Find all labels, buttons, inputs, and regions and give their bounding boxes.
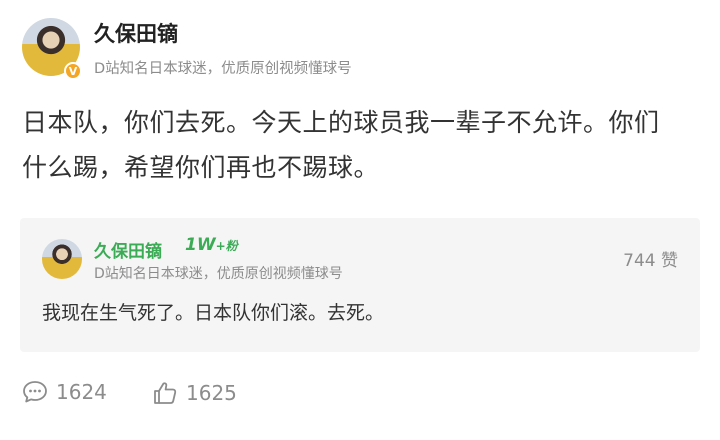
comment-button[interactable]: 1624	[22, 380, 107, 404]
author-name[interactable]: 久保田镝	[94, 18, 178, 48]
author-description: D站知名日本球迷，优质原创视频懂球号	[94, 61, 352, 77]
comment-bubble-icon	[22, 380, 48, 404]
fans-count: 1W	[185, 235, 216, 255]
reply-author-description: D站知名日本球迷，优质原创视频懂球号	[94, 266, 343, 282]
post-content: 日本队，你们去死。今天上的球员我一辈子不允许。你们什么踢，希望你们再也不踢球。	[22, 108, 660, 182]
fans-badge: 1W+粉	[185, 235, 238, 255]
comment-count: 1624	[56, 380, 107, 404]
reply-content: 我现在生气死了。日本队你们滚。去死。	[42, 302, 385, 324]
reply-like-count[interactable]: 744 赞	[623, 246, 678, 271]
verified-badge-icon: V	[64, 62, 82, 80]
like-count: 1625	[186, 381, 237, 405]
fans-suffix: +粉	[215, 239, 238, 253]
like-button[interactable]: 1625	[152, 380, 237, 406]
reply-author-name[interactable]: 久保田镝	[94, 237, 162, 262]
reply-author-avatar[interactable]	[42, 239, 82, 279]
quoted-reply-card[interactable]: 久保田镝 1W+粉 D站知名日本球迷，优质原创视频懂球号 744 赞 我现在生气…	[20, 218, 700, 352]
thumbs-up-icon	[152, 380, 178, 406]
